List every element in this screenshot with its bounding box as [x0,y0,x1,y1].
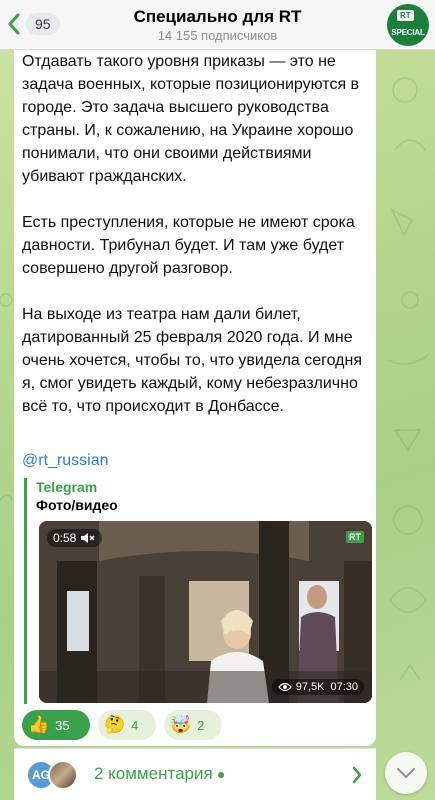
comments-label: 2 комментария [94,764,224,784]
preview-title: Фото/видео [36,497,118,513]
video-duration: 0:58 [47,529,103,547]
commenter-avatars: AG [26,760,86,790]
thumbs-up-icon: 👍 [28,715,50,734]
preview-site-name: Telegram [36,479,98,495]
avatar [48,760,78,790]
scroll-to-bottom-button[interactable] [385,752,427,794]
post-paragraph: На выходе из театра нам дали билет, дати… [22,306,363,415]
post-paragraph: Отдавать такого уровня приказы — это не … [22,53,360,185]
video-frame-image [39,521,372,703]
thinking-face-icon: 🤔 [104,715,126,734]
eye-icon [277,682,292,692]
speaker-muted-icon[interactable] [80,532,96,544]
comments-button[interactable]: AG 2 комментария [14,748,376,800]
post-paragraph: Есть преступления, которые не имеют срок… [22,214,355,277]
reaction-thinking[interactable]: 🤔 4 [98,710,156,740]
chevron-down-icon [397,768,415,778]
view-stats: 97,5K 07:30 [271,679,364,695]
rt-watermark: RT [346,531,364,543]
unread-count-badge: 95 [26,13,60,35]
reaction-exploding-head[interactable]: 🤯 2 [164,710,222,740]
channel-avatar[interactable]: RT SPECIAL [387,4,429,46]
channel-mention-link[interactable]: @rt_russian [22,452,109,470]
channel-title: Специально для RT [133,7,302,26]
avatar-label: SPECIAL [391,28,425,37]
reaction-count: 35 [55,717,70,733]
chat-header: 95 Специально для RT 14 155 подписчиков … [0,0,435,50]
reaction-count: 2 [197,717,205,733]
video-thumbnail[interactable]: 0:58 RT 97,5K 07:30 [39,521,372,703]
post-time: 07:30 [330,681,358,693]
reaction-count: 4 [131,717,139,733]
subscriber-count: 14 155 подписчиков [157,28,278,43]
link-preview[interactable]: Telegram Фото/видео 0:58 RT 97,5K 07:30 [24,478,374,704]
exploding-head-icon: 🤯 [170,715,192,734]
chevron-left-icon [8,13,20,35]
avatar-rt-logo: RT [397,10,414,21]
duration-text: 0:58 [53,531,77,545]
unread-dot [217,771,224,778]
reaction-thumbs-up[interactable]: 👍 35 [22,710,90,740]
channel-info[interactable]: Специально для RT 14 155 подписчиков [80,6,355,44]
post-text: Отдавать такого уровня приказы — это не … [22,50,372,441]
view-count: 97,5K [295,681,325,693]
back-button[interactable]: 95 [6,12,60,36]
comments-count-text: 2 комментария [94,764,213,783]
chevron-right-icon [352,766,362,784]
reactions-bar: 👍 35 🤔 4 🤯 2 [22,710,230,740]
